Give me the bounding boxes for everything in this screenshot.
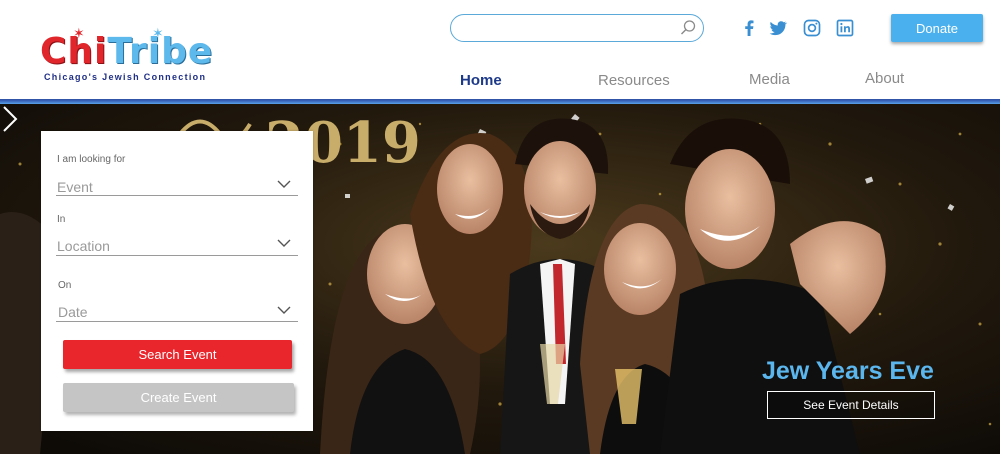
nav-item-about[interactable]: About <box>865 70 904 87</box>
twitter-icon[interactable] <box>768 18 788 38</box>
event-select-value[interactable]: Event <box>57 179 93 195</box>
event-select-underline <box>56 195 298 196</box>
see-event-details-button[interactable]: See Event Details <box>767 391 935 419</box>
nav-item-resources[interactable]: Resources <box>598 72 670 89</box>
star-icon: ✶ <box>152 25 164 41</box>
on-label: On <box>58 280 72 291</box>
create-event-button[interactable]: Create Event <box>63 383 294 412</box>
nav-item-home[interactable]: Home <box>460 72 502 89</box>
linkedin-icon[interactable] <box>835 18 855 38</box>
chitribe-logo[interactable]: ChiTribe ✶ ✶ Chicago's Jewish Connection <box>40 26 220 84</box>
location-select-value[interactable]: Location <box>57 238 110 254</box>
chevron-down-icon[interactable] <box>277 238 291 248</box>
search-event-button[interactable]: Search Event <box>63 340 292 369</box>
nav-item-media[interactable]: Media <box>749 71 790 88</box>
location-select-underline <box>56 255 298 256</box>
search-icon[interactable] <box>679 19 697 37</box>
logo-tagline: Chicago's Jewish Connection <box>44 72 207 82</box>
instagram-icon[interactable] <box>802 18 822 38</box>
carousel-next-arrow[interactable] <box>0 104 20 134</box>
logo-wordmark: ChiTribe <box>40 32 220 72</box>
in-label: In <box>57 214 66 225</box>
site-search-input[interactable] <box>450 14 704 42</box>
chevron-down-icon[interactable] <box>277 305 291 315</box>
looking-for-label: I am looking for <box>57 154 126 165</box>
event-search-panel: I am looking for Event In Location On Da… <box>41 131 313 431</box>
site-header: ChiTribe ✶ ✶ Chicago's Jewish Connection… <box>0 0 1000 100</box>
facebook-icon[interactable] <box>739 18 759 38</box>
chevron-down-icon[interactable] <box>277 179 291 189</box>
star-icon: ✶ <box>73 25 85 41</box>
date-select-value[interactable]: Date <box>58 304 88 320</box>
date-select-underline <box>56 321 298 322</box>
featured-event-title: Jew Years Eve <box>762 357 934 385</box>
donate-button[interactable]: Donate <box>891 14 983 42</box>
